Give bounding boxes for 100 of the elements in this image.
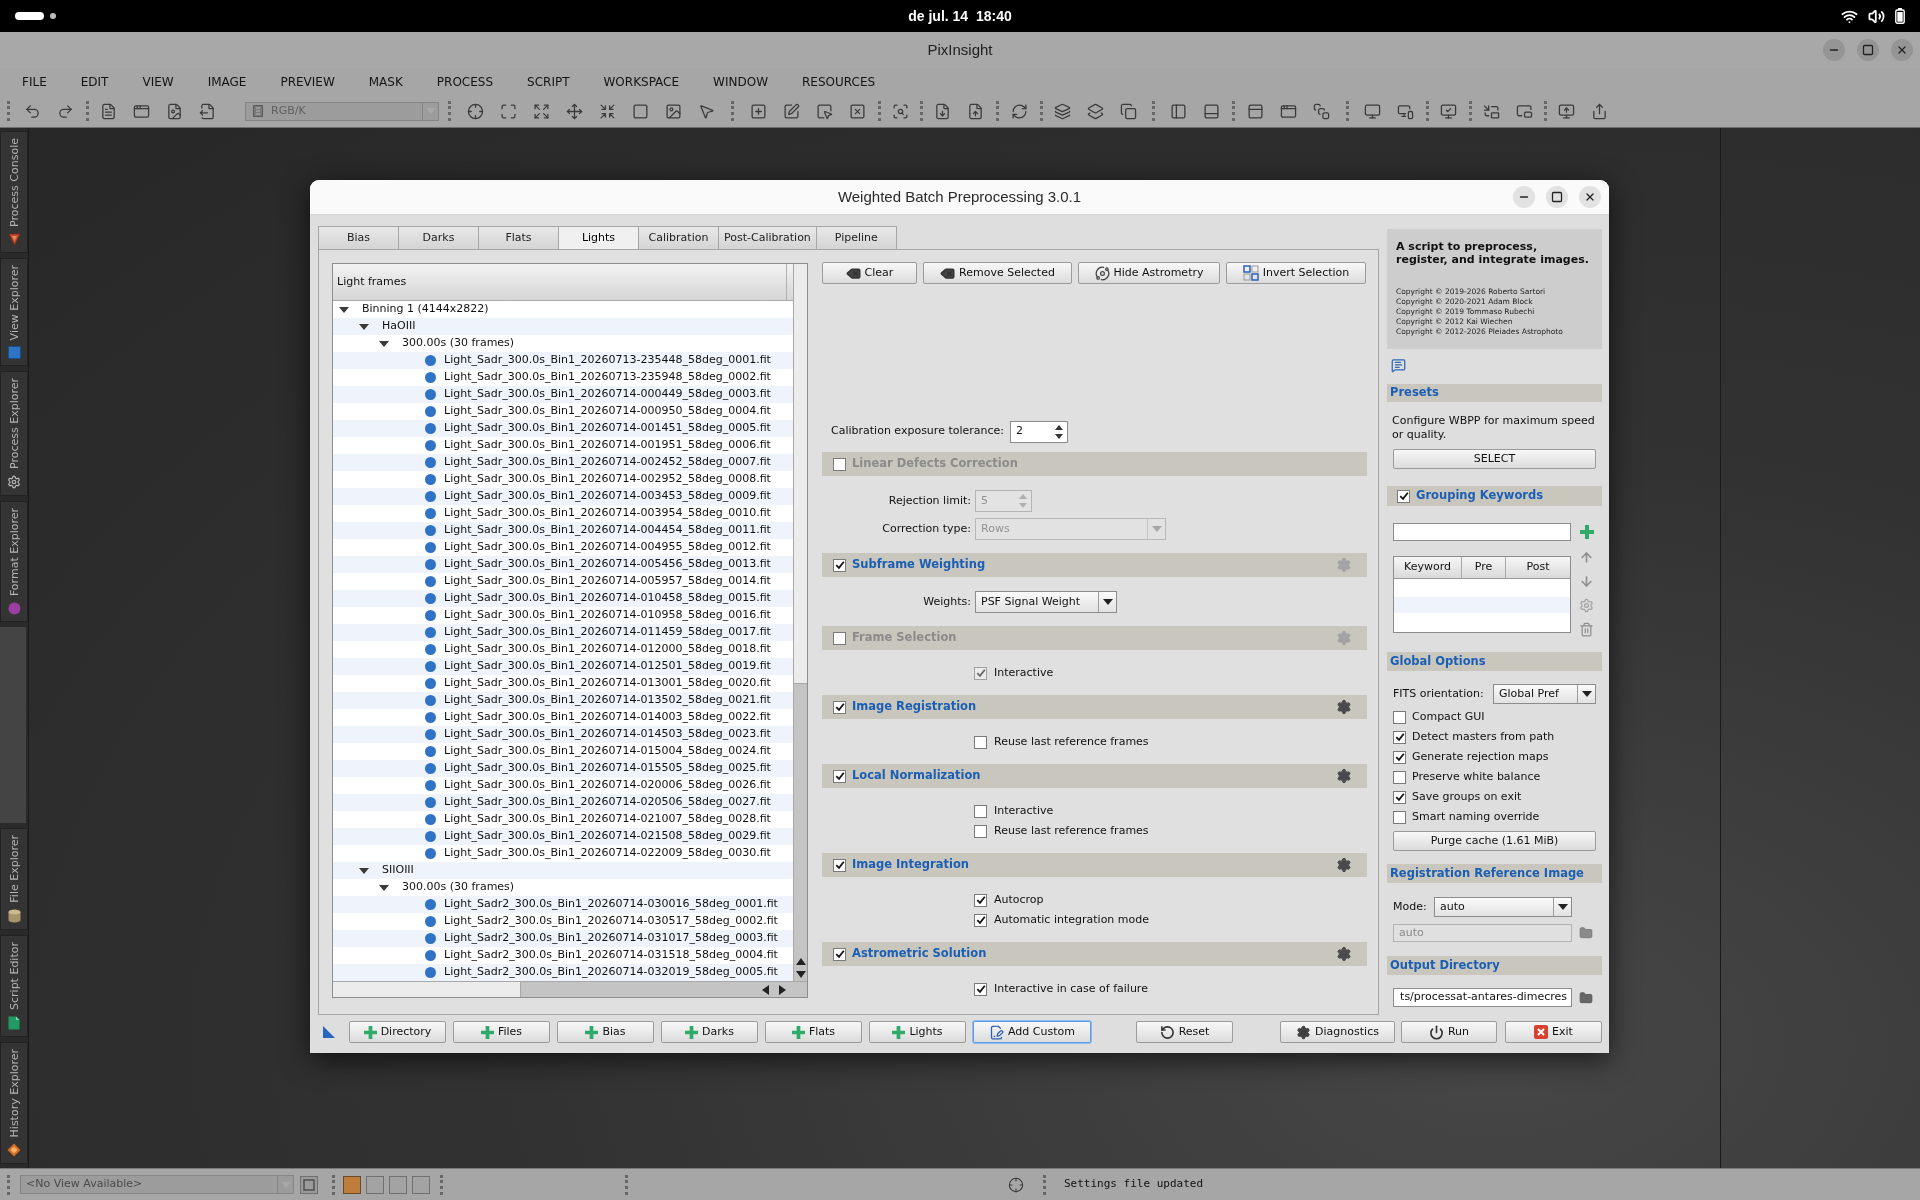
clock[interactable]: de jul. 14 18:40 [908, 5, 1012, 27]
tree-item[interactable]: Light_Sadr_300.0s_Bin1_20260714-011459_58deg_0017.fit [333, 624, 793, 641]
dock-tab[interactable]: Process Explorer [0, 371, 28, 497]
add-button[interactable]: Files [453, 1021, 550, 1043]
dock-tab[interactable]: File Explorer [0, 827, 28, 930]
checkbox[interactable] [974, 824, 987, 838]
checkbox[interactable] [833, 700, 846, 714]
minimize-button[interactable] [1513, 186, 1535, 208]
menu-item[interactable]: WINDOW [696, 72, 785, 91]
checkbox[interactable] [833, 858, 846, 872]
add-button[interactable]: Darks [661, 1021, 758, 1043]
folder-icon[interactable] [1579, 990, 1593, 1005]
corner-brackets-icon[interactable] [500, 102, 517, 120]
checkbox[interactable] [1393, 810, 1406, 824]
battery-icon[interactable] [1895, 8, 1905, 24]
activities-indicator-icon[interactable] [15, 12, 57, 20]
square-plus-icon[interactable] [750, 102, 767, 120]
crosshair-icon[interactable] [467, 102, 484, 120]
maximize-button[interactable] [1857, 39, 1879, 61]
monitor-phone-icon[interactable] [1397, 102, 1414, 120]
scrollbar-thumb[interactable] [333, 982, 521, 997]
scroll-right-icon[interactable] [779, 984, 786, 995]
picture-in-picture-icon[interactable] [1483, 102, 1500, 120]
disclosure-triangle-icon[interactable] [339, 304, 349, 315]
checkbox[interactable] [1393, 710, 1406, 724]
disclosure-triangle-icon[interactable] [379, 882, 389, 893]
action-button[interactable]: Run [1401, 1021, 1497, 1043]
scroll-up-icon[interactable] [795, 958, 806, 965]
close-button[interactable] [1579, 186, 1601, 208]
spin-box[interactable]: 2 [1010, 420, 1068, 443]
column-header[interactable]: Keyword [1404, 559, 1451, 576]
add-button[interactable]: Directory [349, 1021, 446, 1043]
dock-tab[interactable]: View Explorer [0, 257, 28, 367]
checkbox[interactable] [974, 982, 987, 996]
checkbox[interactable] [974, 804, 987, 818]
panel-bottom-icon[interactable] [1203, 102, 1220, 120]
maximize-button[interactable] [1546, 186, 1568, 208]
action-button[interactable]: Exit [1505, 1021, 1602, 1043]
panel-top-icon[interactable] [1247, 102, 1264, 120]
dock-tab[interactable]: Format Explorer [0, 501, 28, 623]
menu-item[interactable]: RESOURCES [785, 72, 893, 91]
column-header[interactable]: Light frames [337, 273, 407, 291]
share-icon[interactable] [1591, 102, 1608, 120]
column-header[interactable]: Post [1526, 559, 1550, 576]
tab[interactable]: Bias [318, 226, 399, 249]
monitor-icon[interactable] [1364, 102, 1381, 120]
nested-square-icon[interactable] [300, 1175, 318, 1194]
menu-item[interactable]: FILE [5, 72, 64, 91]
gear-icon[interactable] [1336, 857, 1352, 873]
tree-item[interactable]: HaOIII [333, 318, 793, 335]
gear-icon[interactable] [1336, 946, 1352, 962]
expand-icon[interactable] [533, 102, 550, 120]
tab[interactable]: Pipeline [815, 226, 897, 249]
square-x-icon[interactable] [849, 102, 866, 120]
square-icon[interactable] [632, 102, 649, 120]
tree-item[interactable]: Light_Sadr_300.0s_Bin1_20260714-014503_58deg_0023.fit [333, 726, 793, 743]
move-icon[interactable] [566, 102, 583, 120]
checkbox[interactable] [974, 893, 987, 907]
dropdown[interactable]: PSF Signal Weight [975, 591, 1117, 613]
image-icon[interactable] [665, 102, 682, 120]
minimize-button[interactable] [1823, 39, 1845, 61]
triangle-icon[interactable] [323, 1026, 335, 1038]
checkbox[interactable] [1393, 750, 1406, 764]
volume-icon[interactable] [1868, 7, 1885, 25]
shrink-icon[interactable] [599, 102, 616, 120]
tree-item[interactable]: Light_Sadr_300.0s_Bin1_20260714-003453_58deg_0009.fit [333, 488, 793, 505]
filled-square-icon[interactable] [343, 1175, 361, 1194]
checkbox[interactable] [833, 947, 846, 961]
checkbox[interactable] [833, 631, 846, 645]
tree-item[interactable]: Light_Sadr_300.0s_Bin1_20260714-010458_58deg_0015.fit [333, 590, 793, 607]
menu-item[interactable]: MASK [351, 72, 420, 91]
redo-icon[interactable] [57, 102, 74, 120]
checkbox[interactable] [833, 457, 846, 471]
output-directory-field[interactable]: ts/processat-antares-dimecres [1393, 988, 1572, 1007]
add-button[interactable]: Bias [557, 1021, 654, 1043]
checkbox[interactable] [1393, 770, 1406, 784]
checkbox[interactable] [833, 769, 846, 783]
add-button[interactable]: Flats [765, 1021, 862, 1043]
tree-item[interactable]: Light_Sadr_300.0s_Bin1_20260714-013502_58deg_0021.fit [333, 692, 793, 709]
square-pointer-icon[interactable] [816, 102, 833, 120]
menu-item[interactable]: SCRIPT [510, 72, 587, 91]
menu-item[interactable]: PREVIEW [263, 72, 352, 91]
app-window-icon[interactable] [1280, 102, 1297, 120]
tree-item[interactable]: Light_Sadr_300.0s_Bin1_20260714-012501_58deg_0019.fit [333, 658, 793, 675]
add-button[interactable]: Add Custom [973, 1021, 1091, 1043]
reset-button[interactable]: Reset [1136, 1021, 1233, 1043]
tree-item[interactable]: Light_Sadr2_300.0s_Bin1_20260714-031017_58deg_0003.fit [333, 930, 793, 947]
document-icon[interactable] [100, 102, 117, 120]
vertical-scrollbar[interactable] [793, 264, 807, 981]
app-window-icon[interactable] [133, 102, 150, 120]
folder-icon[interactable] [1579, 926, 1593, 940]
file-output-icon[interactable] [199, 102, 216, 120]
action-button[interactable]: Diagnostics [1280, 1021, 1395, 1043]
tree-item[interactable]: Light_Sadr_300.0s_Bin1_20260713-235448_58deg_0001.fit [333, 352, 793, 369]
checkbox[interactable] [1393, 730, 1406, 744]
keyword-input[interactable] [1393, 523, 1571, 541]
action-button[interactable]: Hide Astrometry [1078, 262, 1220, 284]
scrollbar-thumb[interactable] [794, 264, 807, 684]
layers-icon[interactable] [1087, 102, 1104, 120]
tree-item[interactable]: Light_Sadr2_300.0s_Bin1_20260714-032019_58deg_0005.fit [333, 964, 793, 981]
